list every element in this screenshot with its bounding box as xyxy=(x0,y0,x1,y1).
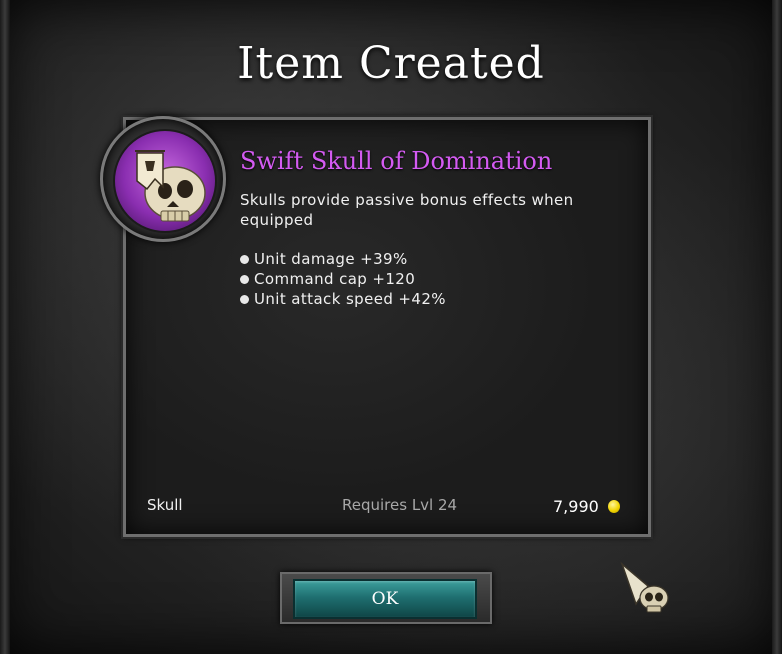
stat-command-cap: Command cap +120 xyxy=(240,269,446,289)
frame-edge-right xyxy=(772,0,782,654)
item-type: Skull xyxy=(147,496,183,514)
bullet-icon xyxy=(240,254,249,264)
stat-unit-damage: Unit damage +39% xyxy=(240,249,446,269)
bullet-icon xyxy=(240,294,249,304)
item-description: Skulls provide passive bonus effects whe… xyxy=(240,191,574,229)
stat-unit-attack-speed: Unit attack speed +42% xyxy=(240,289,446,309)
frame-edge-left xyxy=(0,0,10,654)
item-stats-list: Unit damage +39% Command cap +120 Unit a… xyxy=(240,249,446,309)
item-created-dialog: Item Created Swift Skull of Domination S… xyxy=(0,0,782,654)
gold-coin-icon xyxy=(607,500,620,513)
item-name: Swift Skull of Domination xyxy=(240,147,553,175)
skull-with-banner-icon xyxy=(113,129,217,233)
dialog-title: Item Created xyxy=(237,38,545,89)
skull-pointer-cursor-icon xyxy=(618,560,678,620)
item-price: 7,990 xyxy=(553,497,620,516)
item-icon-frame xyxy=(100,116,226,242)
price-value: 7,990 xyxy=(553,497,599,516)
bullet-icon xyxy=(240,274,249,284)
ok-button[interactable]: OK xyxy=(293,579,477,619)
item-level-requirement: Requires Lvl 24 xyxy=(342,496,458,514)
